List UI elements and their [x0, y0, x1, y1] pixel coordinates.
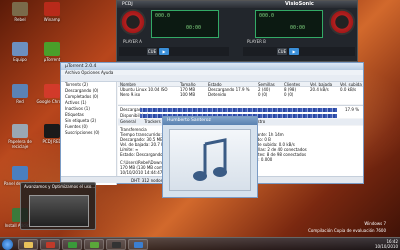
desktop-icon[interactable]: Winamp	[34, 2, 70, 22]
media-titlebar[interactable]: Humberto Santeroz	[163, 117, 257, 125]
pcdj-window[interactable]: PCDJ VisioSonic 000.0 00:00 000.0 00:00 …	[116, 0, 358, 62]
detail-line: Estado: Descargando	[120, 152, 163, 157]
taskbar-utorrent[interactable]	[84, 239, 104, 250]
media-player-window[interactable]: Humberto Santeroz	[162, 116, 258, 198]
desktop-icon[interactable]: Equipo	[2, 42, 38, 62]
app-icon	[12, 42, 28, 56]
pcdj-titlebar[interactable]: PCDJ	[117, 1, 357, 8]
taskbar-media[interactable]	[128, 239, 148, 250]
desktop-icon-label: Winamp	[43, 17, 61, 22]
utorrent-titlebar[interactable]: µTorrent 2.0.4	[61, 63, 363, 70]
thumbnail-preview	[29, 195, 89, 227]
details-tab[interactable]: General	[120, 119, 136, 125]
cue-button-a[interactable]: CUE	[147, 48, 157, 55]
bpm-readout: 000.0	[259, 13, 275, 19]
desktop-icon-label: Equipo	[13, 57, 27, 62]
app-icon	[12, 124, 28, 138]
desktop-icon[interactable]: Rebel	[2, 2, 38, 22]
transport-a	[119, 47, 229, 56]
downloaded-bar	[140, 108, 337, 112]
downloaded-pct: 17.9 %	[345, 107, 359, 112]
cue-button-b[interactable]: CUE	[277, 48, 287, 55]
table-row[interactable]: Nero 9.iso 100 MB Detenido 0 (0) 0 (0)	[118, 92, 363, 97]
deck-display-b: 000.0 00:00	[255, 10, 323, 38]
windows-watermark-line: Compilación Copia de evaluación 7600	[308, 228, 386, 233]
desktop-icon-label: Rebel	[14, 17, 26, 22]
utorrent-toolbar	[61, 75, 363, 82]
turntable-a[interactable]	[120, 9, 146, 35]
start-button[interactable]	[2, 239, 13, 250]
utorrent-sidebar: Torrents (2) Descargando (0) Completados (…	[61, 82, 117, 185]
bpm-readout: 000.0	[155, 13, 171, 19]
app-icon	[12, 166, 28, 180]
windows-watermark-line: Windows 7	[364, 221, 386, 226]
desktop-icon[interactable]: Red	[2, 84, 38, 104]
details-tab[interactable]: Trackers	[144, 119, 161, 125]
app-icon	[44, 84, 60, 98]
desktop-icon-label: Red	[16, 99, 24, 104]
app-icon	[44, 2, 60, 16]
table-cell: Nero 9.iso	[120, 92, 141, 97]
transport-b	[243, 47, 355, 56]
turntable-b[interactable]	[329, 9, 355, 35]
thumbnail-title: Avanzamos y Optimizamos el uso...	[24, 184, 95, 189]
time-readout: 00:00	[186, 25, 202, 31]
sidebar-item[interactable]: Suscripciones (0)	[61, 130, 116, 136]
detail-line: 10/10/2010 14:44:47	[120, 170, 163, 175]
desktop-icon[interactable]: Papelera de reciclaje	[2, 124, 38, 149]
desktop-icon[interactable]: µTorrent	[34, 42, 70, 62]
taskbar-explorer[interactable]	[18, 239, 38, 250]
play-button-b[interactable]: ▶	[289, 48, 299, 55]
taskbar: 16:42 10/10/2010	[0, 237, 400, 250]
taskbar-winamp[interactable]	[40, 239, 60, 250]
deck-display-a: 000.0 00:00	[151, 10, 219, 38]
album-art-placeholder	[169, 129, 251, 191]
table-cell: 0 (0)	[258, 92, 268, 97]
table-cell: Detenido	[208, 92, 227, 97]
time-readout: 00:00	[290, 25, 306, 31]
pcdj-brand: VisioSonic	[285, 1, 314, 7]
torrent-list: Nombre Tamaño Estado Semillas Clientes Vel. b…	[118, 82, 363, 104]
desktop-icon-label: Papelera de reciclaje	[8, 139, 32, 149]
app-icon	[12, 2, 28, 16]
taskbar-pcdj[interactable]	[106, 239, 126, 250]
play-button-a[interactable]: ▶	[159, 48, 169, 55]
table-cell: 100 MB	[180, 92, 196, 97]
clock-date: 10/10/2010	[374, 244, 398, 249]
music-note-icon	[193, 138, 227, 181]
table-cell: 0 (0)	[284, 92, 294, 97]
app-icon	[44, 42, 60, 56]
taskbar-chrome[interactable]	[62, 239, 82, 250]
taskbar-thumbnail[interactable]: Avanzamos y Optimizamos el uso...	[20, 182, 96, 230]
app-icon	[44, 124, 60, 138]
player-b-label: PLAYER B	[247, 39, 266, 44]
system-tray[interactable]: 16:42 10/10/2010	[375, 239, 398, 249]
app-icon	[12, 84, 28, 98]
player-a-label: PLAYER A	[123, 39, 142, 44]
